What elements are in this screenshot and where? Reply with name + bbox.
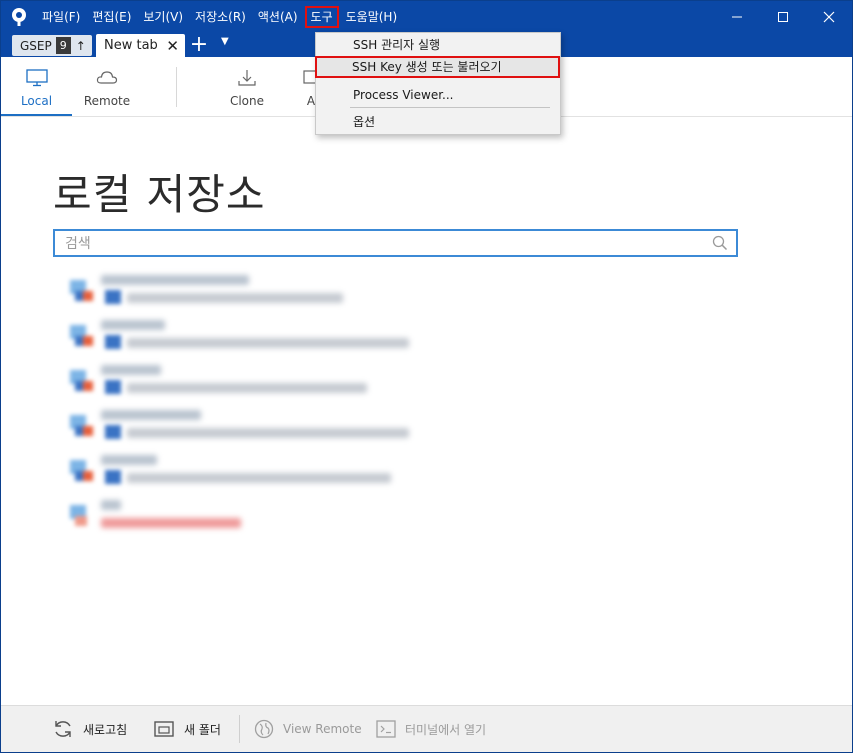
menu-tools[interactable]: 도구 xyxy=(304,6,339,28)
repo-name-blurred xyxy=(101,410,201,420)
repo-path-blurred xyxy=(127,428,409,438)
menu-view[interactable]: 보기(V) xyxy=(138,6,188,28)
status-bar: 새로고침 새 폴더 View Remote 터미널에서 열기 xyxy=(1,705,852,752)
download-icon xyxy=(238,70,256,86)
repository-list xyxy=(67,273,467,543)
close-icon xyxy=(823,11,835,23)
push-arrow-icon: ↑ xyxy=(72,38,92,53)
repo-path-blurred xyxy=(101,518,241,528)
new-folder-label: 새 폴더 xyxy=(184,722,221,737)
sourcetree-window: 파일(F) 편집(E) 보기(V) 저장소(R) 액션(A) 도구 도움말(H)… xyxy=(0,0,853,753)
statusbar-divider xyxy=(239,715,240,743)
menu-bar: 파일(F) 편집(E) 보기(V) 저장소(R) 액션(A) 도구 도움말(H) xyxy=(37,1,404,33)
folder-icon xyxy=(153,719,175,739)
repo-icon xyxy=(70,415,93,436)
title-bar: 파일(F) 편집(E) 보기(V) 저장소(R) 액션(A) 도구 도움말(H) xyxy=(1,1,852,33)
repo-list-item[interactable] xyxy=(67,363,467,408)
menu-edit[interactable]: 편집(E) xyxy=(87,6,136,28)
repo-path-blurred xyxy=(127,293,343,303)
repo-name-blurred xyxy=(101,455,157,465)
search-icon xyxy=(712,235,728,251)
minimize-icon xyxy=(732,16,742,18)
sourcetree-logo-icon xyxy=(12,8,26,26)
repo-name-blurred xyxy=(101,365,161,375)
repo-icon xyxy=(70,505,87,526)
menu-separator xyxy=(350,107,550,108)
repo-path-blurred xyxy=(127,338,409,348)
maximize-icon xyxy=(778,12,788,22)
add-tab-button[interactable]: + xyxy=(189,34,209,56)
menu-item-ssh-key[interactable]: SSH Key 생성 또는 불러오기 xyxy=(315,56,560,78)
refresh-label: 새로고침 xyxy=(83,722,128,737)
repo-name-blurred xyxy=(101,275,249,285)
open-terminal-label: 터미널에서 열기 xyxy=(405,722,487,737)
menu-actions[interactable]: 액션(A) xyxy=(253,6,303,28)
minimize-button[interactable] xyxy=(714,1,760,33)
menu-item-ssh-agent[interactable]: SSH 관리자 실행 xyxy=(316,34,560,56)
repo-list-item[interactable] xyxy=(67,408,467,453)
local-button[interactable]: Local xyxy=(1,57,72,116)
repo-name-blurred xyxy=(101,500,121,510)
clone-button-label: Clone xyxy=(229,94,265,108)
menu-help[interactable]: 도움말(H) xyxy=(341,6,403,28)
view-remote-label: View Remote xyxy=(283,722,362,736)
remote-button[interactable]: Remote xyxy=(73,57,141,116)
branch-icon xyxy=(105,425,121,439)
add-button-label: A xyxy=(306,94,316,108)
repo-icon xyxy=(70,460,93,481)
pending-count-badge: 9 xyxy=(55,37,71,54)
local-button-label: Local xyxy=(20,94,53,108)
repo-list-item[interactable] xyxy=(67,273,467,318)
menu-file[interactable]: 파일(F) xyxy=(37,6,85,28)
monitor-icon xyxy=(25,69,48,87)
repo-list-item[interactable] xyxy=(67,318,467,363)
menu-repository[interactable]: 저장소(R) xyxy=(190,6,251,28)
close-tab-icon[interactable]: ✕ xyxy=(166,37,179,55)
menu-item-options[interactable]: 옵션 xyxy=(316,111,560,133)
cloud-icon xyxy=(96,71,118,84)
open-terminal-button[interactable]: 터미널에서 열기 xyxy=(376,706,486,752)
repo-icon xyxy=(70,325,93,346)
refresh-icon xyxy=(52,718,74,740)
tab-new[interactable]: New tab ✕ xyxy=(96,34,185,57)
remote-button-label: Remote xyxy=(83,94,131,108)
repo-icon xyxy=(70,370,93,391)
tab-list-dropdown-icon[interactable]: ▼ xyxy=(221,36,229,47)
branch-icon xyxy=(105,290,121,304)
branch-icon xyxy=(105,380,121,394)
window-controls xyxy=(714,1,852,33)
branch-icon xyxy=(105,470,121,484)
tab-repo-gsep[interactable]: GSEP 9 ↑ xyxy=(12,35,92,56)
toolbar-divider xyxy=(176,67,177,107)
search-input[interactable] xyxy=(65,234,705,254)
view-remote-button[interactable]: View Remote xyxy=(254,706,362,752)
clone-button[interactable]: Clone xyxy=(219,57,275,116)
repo-list-item[interactable] xyxy=(67,498,467,543)
refresh-button[interactable]: 새로고침 xyxy=(52,706,127,752)
repo-list-item[interactable] xyxy=(67,453,467,498)
search-box[interactable] xyxy=(53,229,738,257)
tab-new-label: New tab xyxy=(104,38,158,53)
terminal-icon xyxy=(376,720,396,738)
close-window-button[interactable] xyxy=(806,1,852,33)
new-folder-button[interactable]: 새 폴더 xyxy=(153,706,221,752)
repo-path-blurred xyxy=(127,473,391,483)
tab-repo-label: GSEP xyxy=(20,38,52,53)
repo-icon xyxy=(70,280,93,301)
page-title: 로컬 저장소 xyxy=(53,170,266,219)
tools-dropdown-menu: SSH 관리자 실행 SSH Key 생성 또는 불러오기 Process Vi… xyxy=(315,32,561,135)
menu-item-process-viewer[interactable]: Process Viewer... xyxy=(316,84,560,106)
repo-path-blurred xyxy=(127,383,367,393)
branch-icon xyxy=(105,335,121,349)
maximize-button[interactable] xyxy=(760,1,806,33)
repo-name-blurred xyxy=(101,320,165,330)
globe-icon xyxy=(254,719,274,739)
